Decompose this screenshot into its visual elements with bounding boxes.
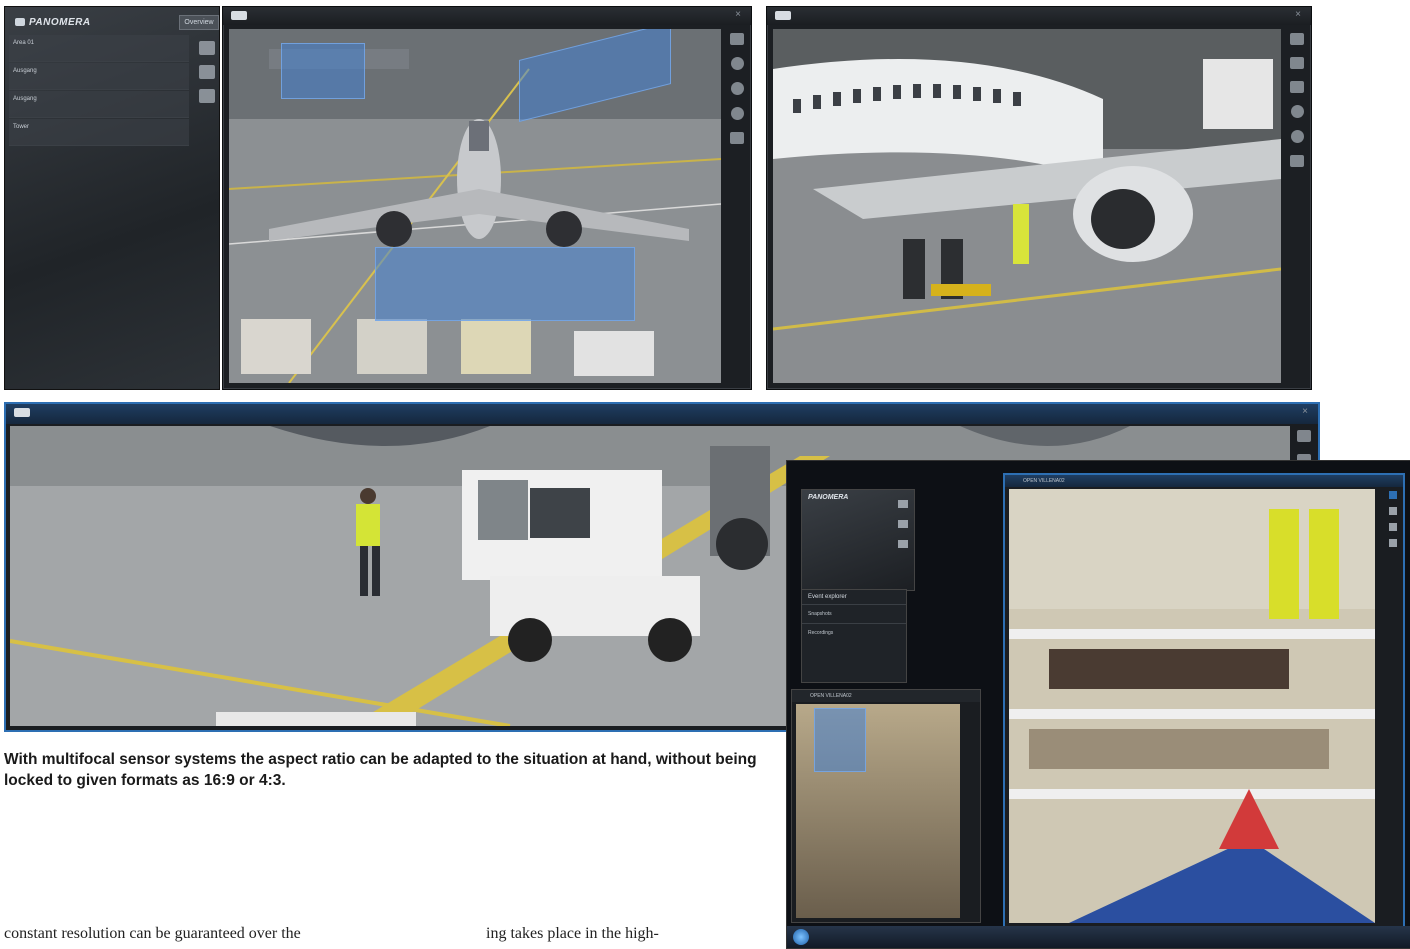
selection-region[interactable]: [375, 247, 635, 321]
side-toolbar: [195, 37, 219, 113]
logo-text: PANOMERA: [29, 17, 91, 28]
pointer-icon[interactable]: [898, 520, 908, 528]
layout-icon[interactable]: [898, 500, 908, 508]
play-icon[interactable]: [1389, 491, 1397, 499]
store-camera-window-small[interactable]: OPEN VILLENA02: [791, 689, 981, 923]
camera-icon: [14, 408, 30, 417]
ptz-icon[interactable]: [730, 82, 744, 95]
camera-icon: [775, 11, 791, 20]
list-item[interactable]: Ausgang: [9, 63, 189, 90]
overview-button[interactable]: Overview: [179, 15, 219, 30]
camera-view[interactable]: [773, 29, 1281, 383]
list-item[interactable]: Tower: [9, 119, 189, 146]
pointer-icon[interactable]: [199, 65, 215, 79]
screen-icon[interactable]: [1290, 57, 1304, 69]
camera-icon: [231, 11, 247, 20]
window-titlebar: ×: [767, 7, 1311, 25]
window-toolbar: [1287, 33, 1307, 179]
store-aisle-scene: [1009, 489, 1375, 923]
screen-icon[interactable]: [1389, 523, 1397, 531]
window-titlebar: ×: [223, 7, 751, 25]
mini-panomera-panel: PANOMERA: [801, 489, 915, 591]
info-icon[interactable]: [1290, 130, 1304, 143]
selection-region[interactable]: [281, 43, 365, 99]
window-titlebar: OPEN VILLENA02: [792, 690, 980, 702]
window-toolbar: [727, 33, 747, 156]
start-button[interactable]: [793, 929, 809, 945]
close-icon[interactable]: ×: [1302, 406, 1308, 417]
snapshot-icon[interactable]: [1290, 155, 1304, 167]
close-icon[interactable]: ×: [735, 9, 741, 20]
panomera-logo: PANOMERA: [808, 494, 849, 501]
event-explorer-panel: Event explorer Snapshots Recordings: [801, 589, 907, 683]
layout-icon[interactable]: [199, 41, 215, 55]
list-item[interactable]: Recordings: [802, 623, 906, 642]
list-item[interactable]: Ausgang: [9, 91, 189, 118]
edit-icon[interactable]: [898, 540, 908, 548]
snapshot-icon[interactable]: [730, 132, 744, 144]
camera-view[interactable]: [796, 704, 960, 918]
camera-view[interactable]: [229, 29, 721, 383]
store-camera-window-large[interactable]: OPEN VILLENA02: [1003, 473, 1405, 929]
body-text-left: constant resolution can be guaranteed ov…: [4, 925, 301, 942]
camera-window-2[interactable]: ×: [766, 6, 1312, 390]
info-icon[interactable]: [730, 107, 744, 120]
save-icon[interactable]: [1290, 81, 1304, 93]
window-titlebar: ×: [6, 404, 1318, 424]
audio-icon[interactable]: [199, 89, 215, 103]
logo-mark-icon: [15, 18, 25, 27]
panomera-logo: PANOMERA: [15, 17, 91, 28]
panel-title: Event explorer: [808, 594, 847, 600]
window-titlebar: OPEN VILLENA02: [1005, 475, 1403, 487]
layout-icon[interactable]: [730, 33, 744, 45]
ptz-icon[interactable]: [1290, 105, 1304, 118]
store-monitoring-screenshot: PANOMERA Event explorer Snapshots Record…: [786, 460, 1410, 949]
figure-caption: With multifocal sensor systems the aspec…: [4, 751, 757, 789]
zoom-icon[interactable]: [730, 57, 744, 70]
camera-list: Area 01 Ausgang Ausgang Tower: [9, 35, 189, 147]
list-item[interactable]: Snapshots: [802, 604, 906, 623]
selection-region[interactable]: [814, 708, 866, 772]
layout-icon[interactable]: [1389, 507, 1397, 515]
body-text-right: ing takes place in the high-: [486, 925, 659, 942]
camera-window-1[interactable]: ×: [222, 6, 752, 390]
close-icon[interactable]: ×: [1295, 9, 1301, 20]
list-item[interactable]: Area 01: [9, 35, 189, 62]
panomera-side-panel: PANOMERA Overview Area 01 Ausgang Ausgan…: [4, 6, 220, 390]
taskbar: [787, 926, 1410, 948]
layout-icon[interactable]: [1290, 33, 1304, 45]
layout-icon[interactable]: [1297, 430, 1311, 442]
jet-closeup-scene: [773, 29, 1281, 383]
save-icon[interactable]: [1389, 539, 1397, 547]
window-toolbar: [1389, 491, 1399, 547]
